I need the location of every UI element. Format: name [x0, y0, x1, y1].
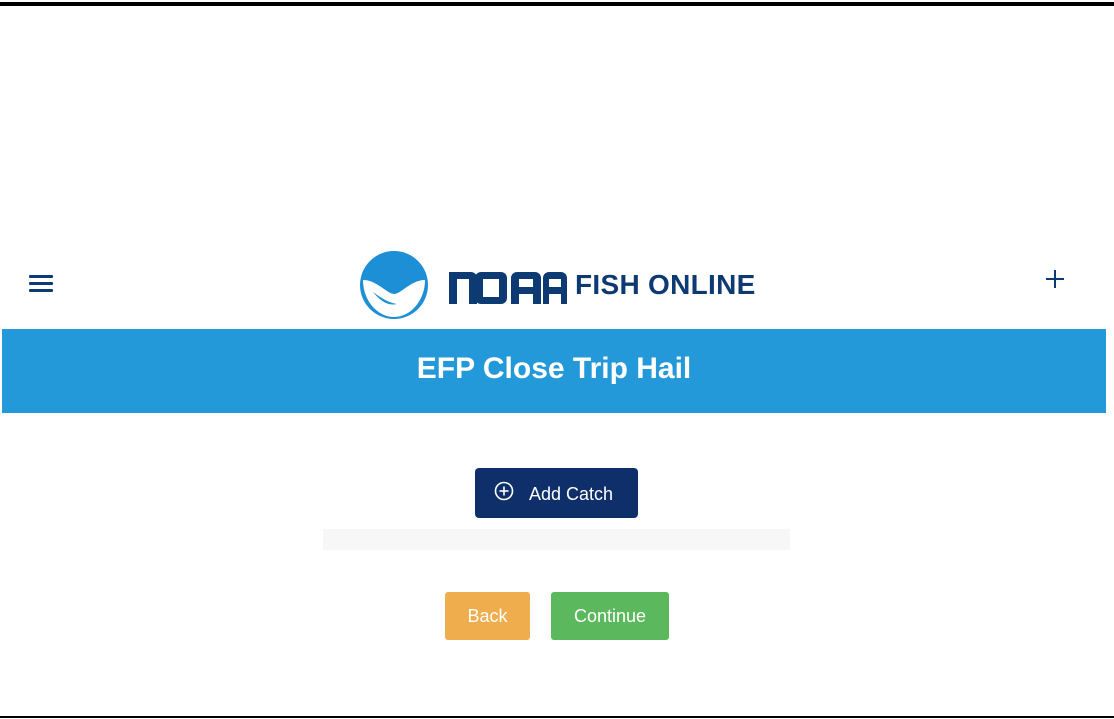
page-title-banner: EFP Close Trip Hail	[2, 329, 1106, 413]
bottom-border	[0, 716, 1114, 718]
plus-icon[interactable]	[1040, 264, 1070, 294]
continue-button[interactable]: Continue	[551, 592, 669, 640]
hamburger-menu-icon[interactable]	[24, 268, 58, 298]
add-catch-label: Add Catch	[529, 484, 614, 504]
product-name: FISH ONLINE	[575, 269, 756, 300]
menu-bar	[29, 275, 53, 278]
noaa-emblem-icon	[360, 251, 428, 319]
menu-bar	[29, 282, 53, 285]
menu-bar	[29, 289, 53, 292]
circle-plus-icon	[494, 481, 514, 501]
noaa-fish-online-logo[interactable]: FISH ONLINE	[359, 250, 779, 320]
add-catch-button[interactable]: Add Catch	[475, 468, 638, 518]
back-button[interactable]: Back	[445, 592, 530, 640]
top-border	[0, 2, 1114, 6]
page-title: EFP Close Trip Hail	[416, 352, 692, 385]
noaa-wordmark	[449, 272, 567, 304]
catch-list	[323, 529, 790, 550]
